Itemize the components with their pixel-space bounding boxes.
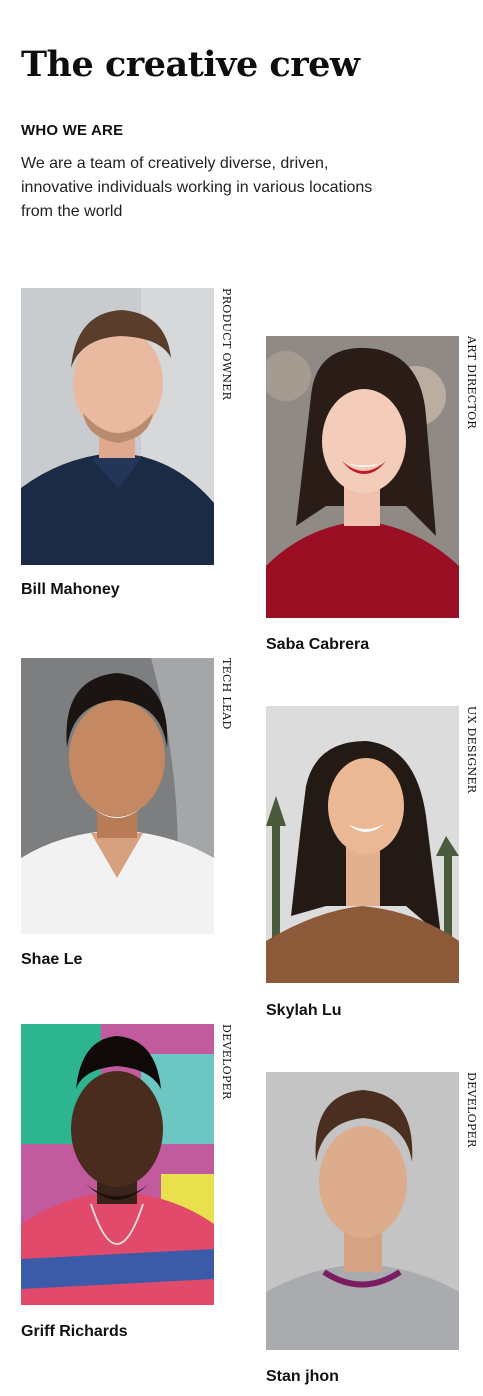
member-role: DEVELOPER	[465, 1072, 478, 1148]
section-eyebrow: WHO WE ARE	[21, 122, 124, 139]
member-name[interactable]: Shae Le	[21, 951, 82, 969]
portrait-photo	[266, 336, 459, 618]
member-role: DEVELOPER	[220, 1024, 233, 1100]
member-role: PRODUCT OWNER	[220, 288, 233, 401]
team-card-griff-richards: DEVELOPER Griff Richards	[21, 1024, 241, 1344]
portrait-photo	[266, 706, 459, 983]
page-title: The creative crew	[21, 44, 360, 85]
member-role: TECH LEAD	[220, 658, 233, 730]
member-name[interactable]: Stan jhon	[266, 1368, 339, 1386]
portrait-photo	[21, 1024, 214, 1305]
member-role: UX DESIGNER	[465, 706, 478, 794]
member-name[interactable]: Griff Richards	[21, 1323, 128, 1341]
team-card-bill-mahoney: PRODUCT OWNER Bill Mahoney	[21, 288, 241, 608]
intro-text: We are a team of creatively diverse, dri…	[21, 155, 373, 220]
member-name[interactable]: Bill Mahoney	[21, 581, 120, 599]
portrait-photo	[21, 288, 214, 565]
member-role: ART DIRECTOR	[465, 336, 478, 429]
team-card-shae-le: TECH LEAD Shae Le	[21, 658, 241, 978]
portrait-photo	[266, 1072, 459, 1350]
team-card-skylah-lu: UX DESIGNER Skylah Lu	[266, 706, 483, 1026]
team-card-stan-jhon: DEVELOPER Stan jhon	[266, 1072, 483, 1392]
member-name[interactable]: Skylah Lu	[266, 1002, 342, 1020]
member-name[interactable]: Saba Cabrera	[266, 636, 369, 654]
portrait-photo	[21, 658, 214, 934]
team-card-saba-cabrera: ART DIRECTOR Saba Cabrera	[266, 336, 483, 656]
